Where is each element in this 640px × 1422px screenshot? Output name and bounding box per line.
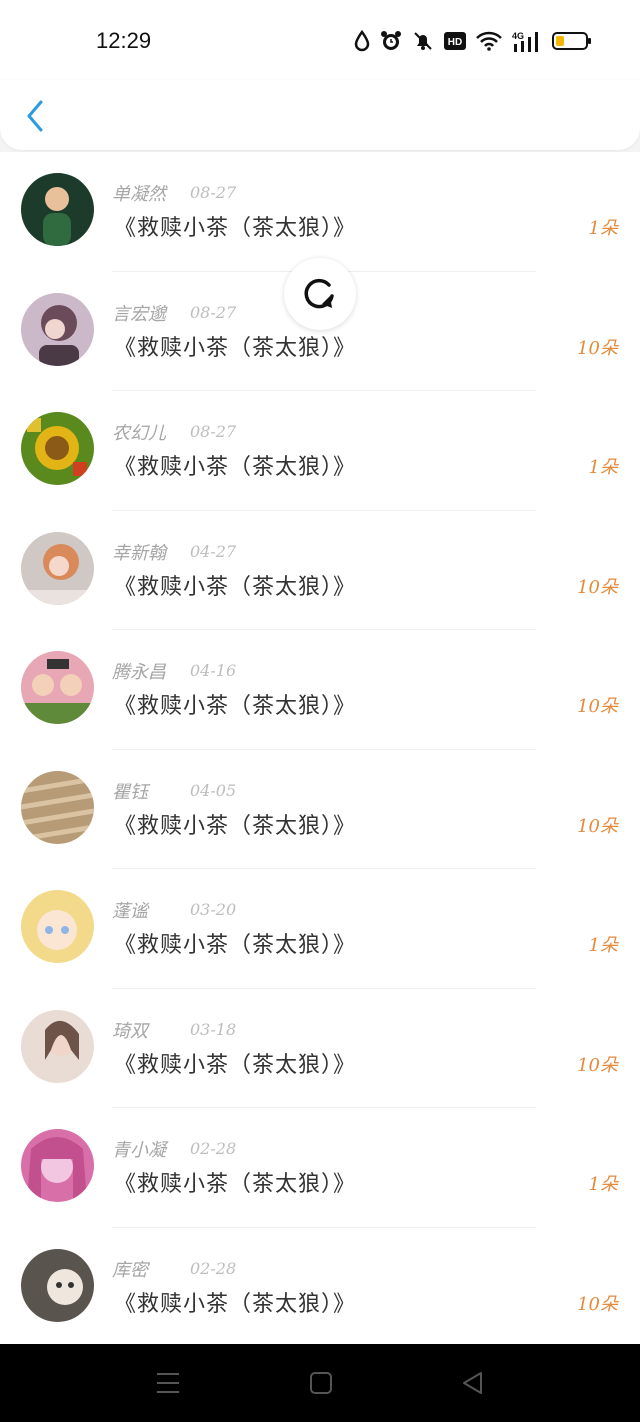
send-date: 08-27: [190, 302, 237, 322]
send-date: 08-27: [190, 183, 237, 202]
hd-icon: HD: [444, 32, 466, 50]
send-date: 02-28: [190, 1139, 237, 1158]
avatar: [21, 292, 94, 366]
drop-icon: [354, 30, 370, 52]
send-date: 04-16: [190, 661, 237, 680]
avatar: [21, 1009, 94, 1083]
system-nav-bar: [0, 1344, 640, 1422]
flower-amount: 10朵: [577, 696, 618, 717]
send-date: 04-27: [190, 541, 237, 561]
status-bar: 12:29 HD 4G: [0, 0, 640, 80]
avatar: [21, 770, 94, 844]
list-item[interactable]: 幸新翰 04-27 《救赎小茶（茶太狼）》 10朵: [0, 511, 640, 630]
sender-name: 幸新翰: [112, 542, 166, 564]
flower-amount: 10朵: [577, 576, 618, 598]
send-date: 08-27: [190, 422, 237, 441]
signal-4g-icon: 4G: [512, 31, 538, 52]
menu-button[interactable]: [156, 1371, 180, 1399]
list-item[interactable]: 腾永昌 04-16 《救赎小茶（茶太狼）》 10朵: [0, 630, 640, 750]
top-header: [0, 80, 640, 150]
sender-name: 腾永昌: [112, 662, 166, 683]
book-title: 《救赎小茶（茶太狼）》: [114, 216, 357, 241]
status-icons: HD 4G: [354, 30, 592, 52]
chevron-left-icon: [27, 100, 43, 132]
flower-amount: 10朵: [577, 1054, 618, 1076]
send-date: 02-28: [190, 1258, 237, 1278]
menu-icon: [157, 1373, 179, 1393]
list-item[interactable]: 农幻儿 08-27 《救赎小茶（茶太狼）》 1朵: [0, 391, 640, 511]
sender-name: 青小凝: [112, 1140, 166, 1161]
alarm-icon: [381, 31, 401, 50]
list-item[interactable]: 琦双 03-18 《救赎小茶（茶太狼）》 10朵: [0, 989, 640, 1108]
book-title: 《救赎小茶（茶太狼）》: [114, 1052, 357, 1078]
svg-text:HD: HD: [448, 37, 462, 48]
list-item[interactable]: 库密 02-28 《救赎小茶（茶太狼）》 10朵: [0, 1228, 640, 1345]
flower-amount: 1朵: [588, 1174, 618, 1195]
flower-amount: 10朵: [577, 1293, 618, 1315]
avatar: [21, 1248, 94, 1322]
sender-name: 库密: [112, 1259, 148, 1281]
sender-name: 言宏邈: [112, 303, 166, 325]
avatar: [21, 173, 94, 246]
refresh-button[interactable]: [284, 258, 356, 330]
sender-name: 琦双: [112, 1020, 148, 1042]
book-title: 《救赎小茶（茶太狼）》: [114, 694, 357, 719]
flower-amount: 1朵: [588, 218, 618, 239]
avatar: [21, 890, 94, 963]
gift-record-list: 单凝然 08-27 《救赎小茶（茶太狼）》 1朵 言宏邈 08-27 《救赎小茶…: [0, 152, 640, 1344]
sender-name: 蓬谧: [112, 901, 148, 922]
flower-amount: 10朵: [577, 815, 618, 837]
mute-bell-icon: [414, 32, 432, 50]
list-item[interactable]: 青小凝 02-28 《救赎小茶（茶太狼）》 1朵: [0, 1108, 640, 1228]
book-title: 《救赎小茶（茶太狼）》: [114, 933, 357, 958]
sender-name: 农幻儿: [112, 423, 166, 444]
status-time: 12:29: [96, 28, 152, 53]
sender-name: 单凝然: [112, 184, 166, 205]
avatar: [21, 412, 94, 485]
refresh-icon: [304, 278, 334, 309]
list-item[interactable]: 瞿钰 04-05 《救赎小茶（茶太狼）》 10朵: [0, 750, 640, 869]
book-title: 《救赎小茶（茶太狼）》: [114, 455, 357, 480]
send-date: 04-05: [190, 780, 237, 800]
book-title: 《救赎小茶（茶太狼）》: [114, 813, 357, 839]
battery-icon: [552, 32, 591, 50]
home-square-icon: [310, 1372, 332, 1394]
avatar: [21, 531, 94, 605]
home-button[interactable]: [309, 1371, 333, 1399]
avatar: [21, 1129, 94, 1202]
flower-amount: 10朵: [577, 337, 618, 359]
list-item[interactable]: 蓬谧 03-20 《救赎小茶（茶太狼）》 1朵: [0, 869, 640, 989]
book-title: 《救赎小茶（茶太狼）》: [114, 574, 357, 600]
back-triangle-icon: [463, 1372, 482, 1394]
svg-text:4G: 4G: [512, 31, 524, 41]
list-item[interactable]: 单凝然 08-27 《救赎小茶（茶太狼）》 1朵: [0, 152, 640, 272]
flower-amount: 1朵: [588, 457, 618, 478]
wifi-icon: [476, 31, 502, 51]
sender-name: 瞿钰: [112, 781, 148, 803]
back-button[interactable]: [22, 96, 52, 136]
flower-amount: 1朵: [588, 935, 618, 956]
send-date: 03-20: [190, 900, 237, 919]
send-date: 03-18: [190, 1019, 237, 1039]
back-nav-button[interactable]: [461, 1371, 485, 1399]
avatar: [21, 651, 94, 724]
book-title: 《救赎小茶（茶太狼）》: [114, 1172, 357, 1197]
book-title: 《救赎小茶（茶太狼）》: [114, 335, 357, 361]
book-title: 《救赎小茶（茶太狼）》: [114, 1291, 357, 1317]
